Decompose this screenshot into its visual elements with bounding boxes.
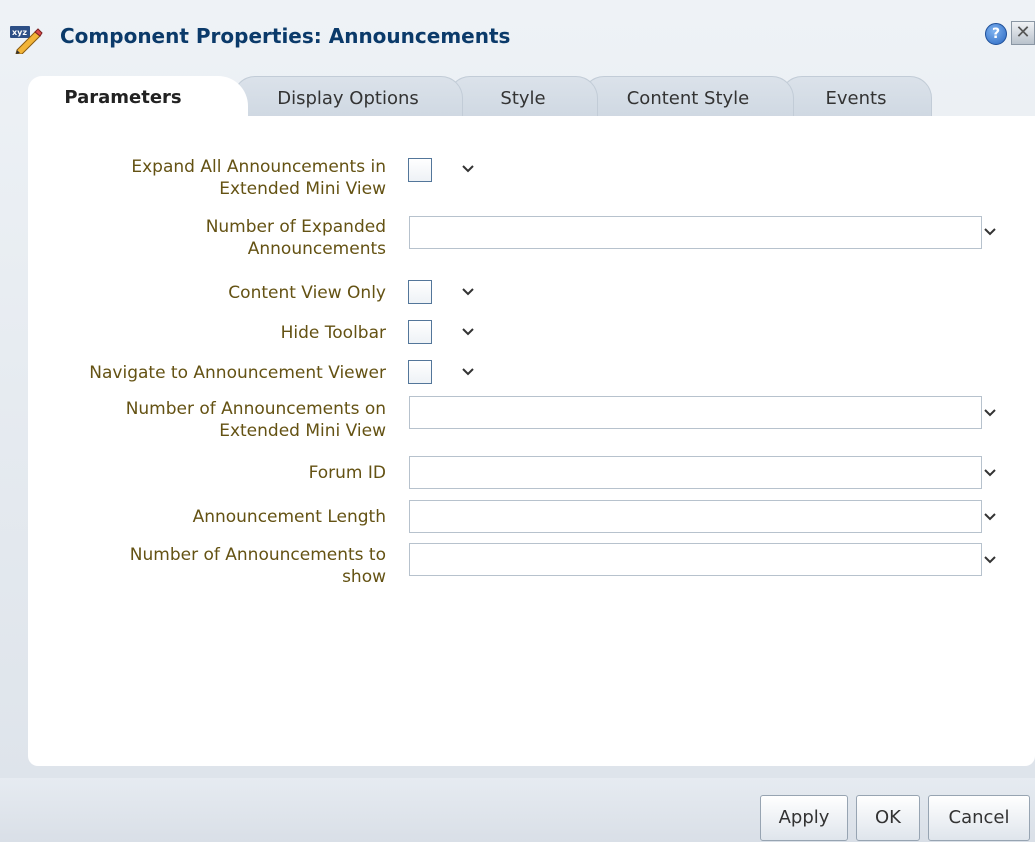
title-bar: xyz Component Properties: Announcements … <box>0 0 1035 68</box>
num-on-extended-input[interactable] <box>409 396 982 429</box>
expand-all-label-line1: Expand All Announcements in <box>131 157 386 177</box>
chevron-down-icon[interactable] <box>458 284 478 302</box>
chevron-down-icon[interactable] <box>980 552 1000 570</box>
svg-text:xyz: xyz <box>12 28 27 37</box>
chevron-down-icon[interactable] <box>980 405 1000 423</box>
tab-style[interactable]: Style <box>448 76 598 118</box>
announcement-length-label: Announcement Length <box>192 507 386 527</box>
chevron-down-icon[interactable] <box>458 161 478 179</box>
tab-events[interactable]: Events <box>780 76 932 118</box>
announcement-length-input[interactable] <box>409 500 982 533</box>
num-on-extended-label: Number of Announcements on Extended Mini… <box>126 398 386 442</box>
chevron-down-icon[interactable] <box>458 364 478 382</box>
chevron-down-icon[interactable] <box>980 224 1000 242</box>
help-icon[interactable]: ? <box>985 23 1007 45</box>
parameters-panel: Expand All Announcements in Extended Min… <box>28 116 1035 766</box>
num-on-extended-label-line1: Number of Announcements on <box>125 399 386 419</box>
ok-button[interactable]: OK <box>856 795 920 841</box>
apply-button[interactable]: Apply <box>760 795 848 841</box>
hide-toolbar-label: Hide Toolbar <box>280 323 386 343</box>
hide-toolbar-checkbox[interactable] <box>408 320 432 344</box>
tab-display-options[interactable]: Display Options <box>233 76 463 118</box>
cancel-button[interactable]: Cancel <box>928 795 1030 841</box>
tab-bar: Events Content Style Style Display Optio… <box>28 76 1028 118</box>
chevron-down-icon[interactable] <box>980 465 1000 483</box>
num-expanded-label-line1: Number of Expanded <box>205 217 386 237</box>
expand-all-checkbox[interactable] <box>408 158 432 182</box>
content-view-only-label: Content View Only <box>228 283 386 303</box>
forum-id-label: Forum ID <box>308 463 386 483</box>
navigate-viewer-label: Navigate to Announcement Viewer <box>89 363 386 383</box>
chevron-down-icon[interactable] <box>980 509 1000 527</box>
component-xyz-pencil-icon: xyz <box>9 24 43 55</box>
num-to-show-label: Number of Announcements to show <box>130 544 386 588</box>
content-view-only-checkbox[interactable] <box>408 280 432 304</box>
close-icon[interactable]: ✕ <box>1011 21 1035 45</box>
component-properties-dialog: xyz Component Properties: Announcements … <box>0 0 1035 842</box>
expand-all-label: Expand All Announcements in Extended Min… <box>131 156 386 200</box>
num-to-show-label-line2: show <box>342 567 386 587</box>
chevron-down-icon[interactable] <box>458 324 478 342</box>
navigate-viewer-checkbox[interactable] <box>408 360 432 384</box>
num-expanded-input[interactable] <box>409 216 982 249</box>
num-to-show-label-line1: Number of Announcements to <box>129 545 386 565</box>
num-on-extended-label-line2: Extended Mini View <box>219 421 386 441</box>
num-to-show-input[interactable] <box>409 543 982 576</box>
forum-id-input[interactable] <box>409 456 982 489</box>
dialog-title: Component Properties: Announcements <box>60 24 511 48</box>
num-expanded-label-line2: Announcements <box>247 239 386 259</box>
tab-content-style[interactable]: Content Style <box>582 76 794 118</box>
num-expanded-label: Number of Expanded Announcements <box>206 216 386 260</box>
tab-parameters[interactable]: Parameters <box>28 76 248 118</box>
expand-all-label-line2: Extended Mini View <box>219 179 386 199</box>
